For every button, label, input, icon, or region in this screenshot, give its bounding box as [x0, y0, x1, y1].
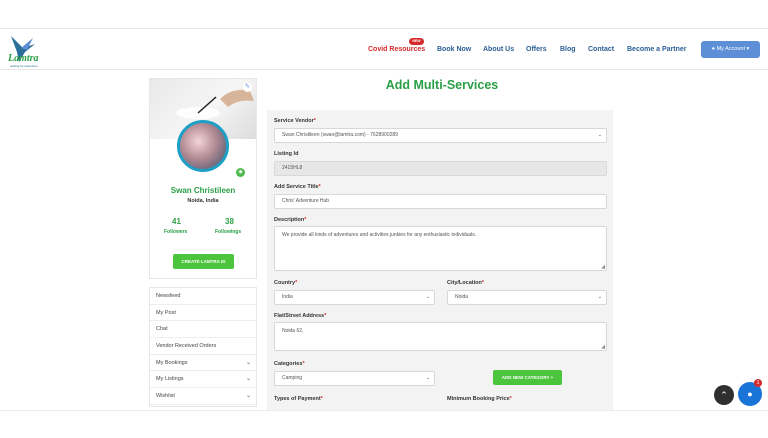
country-label: Country* [274, 280, 298, 286]
followings-label[interactable]: Followings [215, 229, 241, 235]
sidebar-item-my-post[interactable]: My Post [150, 305, 256, 322]
followings-count[interactable]: 38 [225, 217, 234, 226]
nav-book-now[interactable]: Book Now [437, 46, 471, 53]
chevron-down-icon: ⌄ [245, 393, 251, 400]
followers-label[interactable]: Followers [164, 229, 187, 235]
add-new-category-button[interactable]: ADD NEW CATEGORY + [493, 370, 562, 385]
address-textarea[interactable]: Noida 62, ◢ [274, 322, 607, 351]
nav-covid-resources[interactable]: Covid Resources [368, 46, 425, 53]
chevron-down-icon: ⌄ [425, 294, 430, 300]
chevron-up-icon: ⌃ [720, 390, 728, 400]
avatar [177, 120, 229, 172]
categories-label: Categories* [274, 361, 305, 367]
logo-text: Lamtra [8, 53, 39, 64]
user-icon: ● [711, 46, 716, 52]
chevron-down-icon: ⌄ [425, 375, 430, 381]
sidebar-menu: Newsfeed My Post Chat Vendor Received Or… [149, 287, 257, 407]
camera-icon[interactable]: ◉ [236, 168, 245, 177]
sidebar-item-label: My Bookings [156, 359, 188, 366]
sidebar-item-wishlist[interactable]: Wishlist ⌄ [150, 388, 256, 405]
chevron-down-icon: ▾ [746, 46, 750, 52]
sidebar-item-label: Wishlist [156, 393, 175, 400]
service-title-label: Add Service Title* [274, 184, 321, 190]
categories-select[interactable]: Camping ⌄ [274, 371, 435, 386]
sidebar-item-label: Chat [156, 326, 168, 333]
city-label: City/Location* [447, 280, 484, 286]
nav-contact[interactable]: Contact [588, 46, 614, 53]
sidebar-item-label: Newsfeed [156, 293, 181, 299]
description-label: Description* [274, 217, 307, 223]
profile-card: ✎ ◉ Swan Christileen Noida, India 41 Fol… [149, 78, 257, 279]
sidebar-item-newsfeed[interactable]: Newsfeed [150, 288, 256, 305]
my-account-label: My Account [716, 46, 745, 52]
add-service-form: Service Vendor* Swan Christileen (swan@l… [267, 110, 613, 410]
address-label: Flat/Street Address* [274, 313, 327, 319]
city-select[interactable]: Noida ⌄ [447, 290, 607, 305]
service-title-input[interactable]: Chris' Adventure Hub [274, 194, 607, 209]
sidebar-item-label: My Post [156, 309, 176, 316]
scroll-to-top-button[interactable]: ⌃ [714, 385, 734, 405]
edit-cover-icon[interactable]: ✎ [243, 83, 252, 92]
resize-grip-icon[interactable]: ◢ [601, 264, 605, 270]
resize-grip-icon[interactable]: ◢ [601, 344, 605, 350]
followers-count[interactable]: 41 [172, 217, 181, 226]
sidebar-item-chat[interactable]: Chat [150, 321, 256, 339]
description-textarea[interactable]: We provide all kinds of adventures and a… [274, 226, 607, 271]
new-badge: NEW [409, 38, 424, 45]
sidebar-item-label: Vendor Received Orders [156, 343, 217, 350]
country-select[interactable]: India ⌄ [274, 290, 435, 305]
nav-about-us[interactable]: About Us [483, 46, 514, 53]
listing-id-field: 2415HL8 [274, 161, 607, 176]
service-vendor-select[interactable]: Swan Christileen (swan@lamtra.com) - 762… [274, 128, 607, 143]
service-vendor-label: Service Vendor* [274, 118, 316, 124]
listing-id-label: Listing Id [274, 151, 299, 157]
nav-become-partner[interactable]: Become a Partner [627, 46, 687, 53]
sidebar-item-label: My Listings [156, 376, 184, 383]
payment-type-label: Types of Payment* [274, 396, 323, 402]
navbar: Lamtra waiting for adventure NEW Covid R… [0, 28, 768, 70]
top-band [0, 0, 768, 28]
create-lamtra-id-button[interactable]: CREATE LAMTRA ID [173, 254, 234, 269]
logo-tagline: waiting for adventure [10, 64, 38, 68]
chevron-down-icon: ⌄ [597, 294, 602, 300]
profile-location: Noida, India [187, 198, 219, 204]
chat-bubble-icon: ● [747, 389, 753, 399]
nav-blog[interactable]: Blog [560, 46, 576, 53]
chat-unread-badge: 1 [754, 379, 762, 387]
my-account-button[interactable]: ● My Account ▾ [701, 41, 760, 58]
chevron-down-icon: ⌄ [597, 132, 602, 138]
nav-offers[interactable]: Offers [526, 46, 547, 53]
sidebar-item-vendor-orders[interactable]: Vendor Received Orders [150, 338, 256, 355]
min-price-label: Minimum Booking Price* [447, 396, 512, 402]
page-title: Add Multi-Services [385, 78, 499, 92]
sidebar-item-my-bookings[interactable]: My Bookings ⌄ [150, 355, 256, 372]
profile-name: Swan Christileen [170, 186, 236, 195]
divider [0, 410, 768, 411]
chevron-down-icon: ⌄ [245, 359, 251, 366]
sidebar-item-my-listings[interactable]: My Listings ⌄ [150, 371, 256, 389]
chevron-down-icon: ⌄ [245, 376, 251, 383]
